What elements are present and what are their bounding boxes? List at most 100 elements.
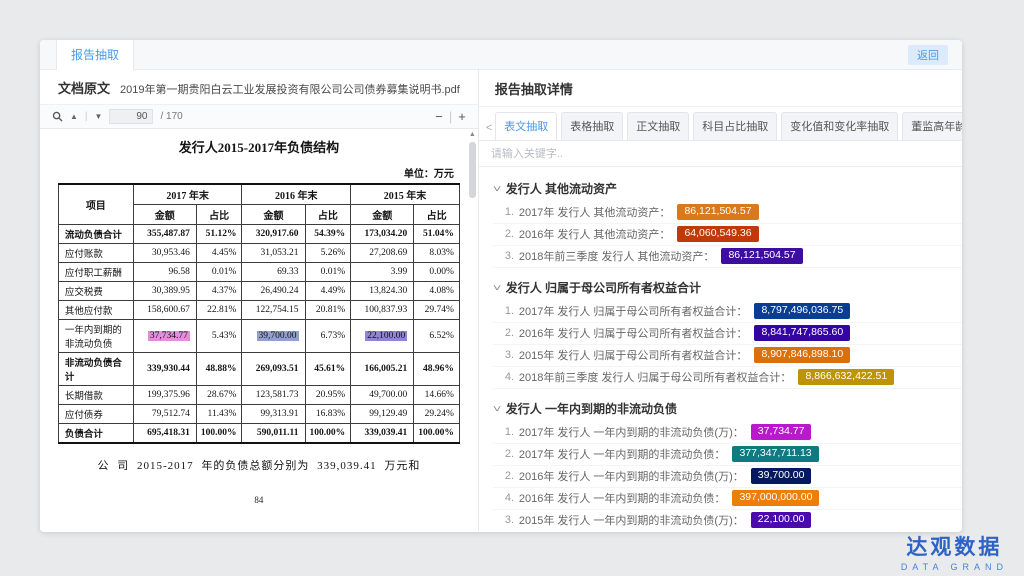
table-cell: 79,512.74 — [133, 405, 196, 424]
extraction-tab-bar: < 表文抽取表格抽取正文抽取科目占比抽取变化值和变化率抽取董监高年龄抽取变动趋势… — [479, 107, 962, 141]
table-cell: 4.49% — [305, 282, 351, 301]
scrollbar-thumb[interactable] — [469, 142, 476, 198]
detail-tab-4[interactable]: 变化值和变化率抽取 — [781, 112, 898, 140]
item-label: 2017年 发行人 一年内到期的非流动负债： — [519, 446, 726, 462]
extract-item[interactable]: 1.2017年 发行人 一年内到期的非流动负债(万)：37,734.77 — [493, 422, 962, 444]
value-badge[interactable]: 22,100.00 — [751, 512, 812, 528]
table-cell: 20.95% — [305, 386, 351, 405]
extract-item[interactable]: 4.2018年前三季度 发行人 归属于母公司所有者权益合计：8,866,632,… — [493, 367, 962, 389]
value-badge[interactable]: 86,121,504.57 — [677, 204, 758, 220]
table-cell: 96.58 — [133, 263, 196, 282]
value-badge[interactable]: 39,700.00 — [751, 468, 812, 484]
extract-group-header[interactable]: >发行人 其他流动资产 — [493, 173, 962, 202]
table-cell: 20.81% — [305, 301, 351, 320]
pdf-scrollbar[interactable]: ▲ — [468, 131, 477, 198]
table-cell: 16.83% — [305, 405, 351, 424]
zoom-out-button[interactable]: − — [435, 109, 443, 124]
highlighted-value[interactable]: 39,700.00 — [257, 331, 299, 341]
extract-item[interactable]: 4.2016年 发行人 一年内到期的非流动负债：397,000,000.00 — [493, 488, 962, 510]
row-item-name: 流动负债合计 — [58, 225, 133, 244]
scroll-up-icon[interactable]: ▲ — [468, 131, 477, 139]
value-badge[interactable]: 377,347,711.13 — [732, 446, 818, 462]
value-badge[interactable]: 8,866,632,422.51 — [798, 369, 894, 385]
table-cell: 28.67% — [196, 386, 242, 405]
back-button[interactable]: 返回 — [908, 45, 948, 65]
pdf-viewer[interactable]: 发行人2015-2017年负债结构 单位：万元 项目 2017 年末 2016 … — [40, 129, 478, 531]
item-label: 2016年 发行人 一年内到期的非流动负债： — [519, 490, 726, 506]
item-index: 2. — [493, 470, 519, 482]
tab-report-extract[interactable]: 报告抽取 — [56, 40, 134, 70]
zoom-in-button[interactable]: + — [458, 109, 466, 124]
table-cell: 22,100.00 — [351, 320, 414, 353]
row-item-name: 一年内到期的非流动负债 — [58, 320, 133, 353]
main-card: 报告抽取 返回 文档原文 2019年第一期贵阳白云工业发展投资有限公司公司债券募… — [40, 40, 962, 532]
table-row: 应交税费30,389.954.37%26,490.244.49%13,824.3… — [58, 282, 459, 301]
extract-item[interactable]: 3.2018年前三季度 发行人 其他流动资产：86,121,504.57 — [493, 246, 962, 268]
table-cell: 29.74% — [414, 301, 460, 320]
value-badge[interactable]: 86,121,504.57 — [721, 248, 802, 264]
value-badge[interactable]: 8,797,496,036.75 — [754, 303, 850, 319]
group-title: 发行人 归属于母公司所有者权益合计 — [506, 279, 701, 296]
toolbar-divider: | — [85, 111, 88, 122]
value-badge[interactable]: 8,841,747,865.60 — [754, 325, 850, 341]
table-row: 应付职工薪酬96.580.01%69.330.01%3.990.00% — [58, 263, 459, 282]
item-index: 4. — [493, 371, 519, 383]
value-badge[interactable]: 8,907,846,898.10 — [754, 347, 850, 363]
highlighted-value[interactable]: 22,100.00 — [365, 331, 407, 341]
col-header-2017: 2017 年末 — [133, 184, 242, 205]
search-bar — [479, 141, 962, 167]
pdf-toolbar: ▲ | ▼ / 170 − | + — [40, 105, 478, 129]
tabs-scroll-left-icon[interactable]: < — [483, 122, 495, 140]
detail-tab-5[interactable]: 董监高年龄抽取 — [902, 112, 962, 140]
pdf-page-number: 84 — [58, 495, 460, 505]
extract-group-header[interactable]: >发行人 归属于母公司所有者权益合计 — [493, 272, 962, 301]
extract-group-header[interactable]: >发行人 一年内到期的非流动负债 — [493, 393, 962, 422]
table-cell: 4.37% — [196, 282, 242, 301]
table-cell: 100.00% — [196, 424, 242, 444]
extract-item[interactable]: 2.2017年 发行人 一年内到期的非流动负债：377,347,711.13 — [493, 444, 962, 466]
row-item-name: 负债合计 — [58, 424, 133, 444]
extract-item[interactable]: 3.2015年 发行人 归属于母公司所有者权益合计：8,907,846,898.… — [493, 345, 962, 367]
pdf-body-text: 公 司 2015-2017 年的负债总额分别为 339,039.41 万元和 — [58, 457, 460, 473]
table-cell: 11.43% — [196, 405, 242, 424]
table-cell: 173,034.20 — [351, 225, 414, 244]
table-cell: 45.61% — [305, 353, 351, 386]
row-item-name: 长期借款 — [58, 386, 133, 405]
detail-tab-0[interactable]: 表文抽取 — [495, 112, 557, 140]
table-cell: 320,917.60 — [242, 225, 305, 244]
extract-item[interactable]: 2.2016年 发行人 归属于母公司所有者权益合计：8,841,747,865.… — [493, 323, 962, 345]
value-badge[interactable]: 37,734.77 — [751, 424, 812, 440]
table-cell: 0.00% — [414, 263, 460, 282]
detail-tab-3[interactable]: 科目占比抽取 — [693, 112, 777, 140]
row-item-name: 应付账款 — [58, 244, 133, 263]
value-badge[interactable]: 397,000,000.00 — [732, 490, 819, 506]
table-cell: 37,734.77 — [133, 320, 196, 353]
detail-tab-1[interactable]: 表格抽取 — [561, 112, 623, 140]
table-cell: 0.01% — [305, 263, 351, 282]
liabilities-table: 项目 2017 年末 2016 年末 2015 年末 金额 占比 金额 占比 金… — [58, 183, 460, 444]
table-cell: 30,953.46 — [133, 244, 196, 263]
extract-item[interactable]: 1.2017年 发行人 其他流动资产：86,121,504.57 — [493, 202, 962, 224]
table-cell: 99,313.91 — [242, 405, 305, 424]
group-title: 发行人 其他流动资产 — [506, 180, 617, 197]
table-cell: 31,053.21 — [242, 244, 305, 263]
col-header-amount: 金额 — [351, 205, 414, 225]
search-input[interactable] — [491, 148, 962, 160]
extract-item[interactable]: 2.2016年 发行人 一年内到期的非流动负债(万)：39,700.00 — [493, 466, 962, 488]
extract-item[interactable]: 2.2016年 发行人 其他流动资产：64,060,549.36 — [493, 224, 962, 246]
extraction-pane: 报告抽取详情 < 表文抽取表格抽取正文抽取科目占比抽取变化值和变化率抽取董监高年… — [479, 70, 962, 531]
value-badge[interactable]: 64,060,549.36 — [677, 226, 758, 242]
page-number-input[interactable] — [109, 109, 153, 124]
chevron-down-icon: > — [488, 186, 503, 192]
search-icon[interactable] — [52, 111, 63, 122]
extraction-list: >发行人 其他流动资产1.2017年 发行人 其他流动资产：86,121,504… — [479, 167, 962, 531]
detail-tab-2[interactable]: 正文抽取 — [627, 112, 689, 140]
table-cell: 4.45% — [196, 244, 242, 263]
page-down-icon[interactable]: ▼ — [95, 112, 103, 121]
table-cell: 269,093.51 — [242, 353, 305, 386]
extract-item[interactable]: 1.2017年 发行人 归属于母公司所有者权益合计：8,797,496,036.… — [493, 301, 962, 323]
page-up-icon[interactable]: ▲ — [70, 112, 78, 121]
highlighted-value[interactable]: 37,734.77 — [148, 331, 190, 341]
item-label: 2018年前三季度 发行人 其他流动资产： — [519, 248, 715, 264]
extract-item[interactable]: 3.2015年 发行人 一年内到期的非流动负债(万)：22,100.00 — [493, 510, 962, 531]
